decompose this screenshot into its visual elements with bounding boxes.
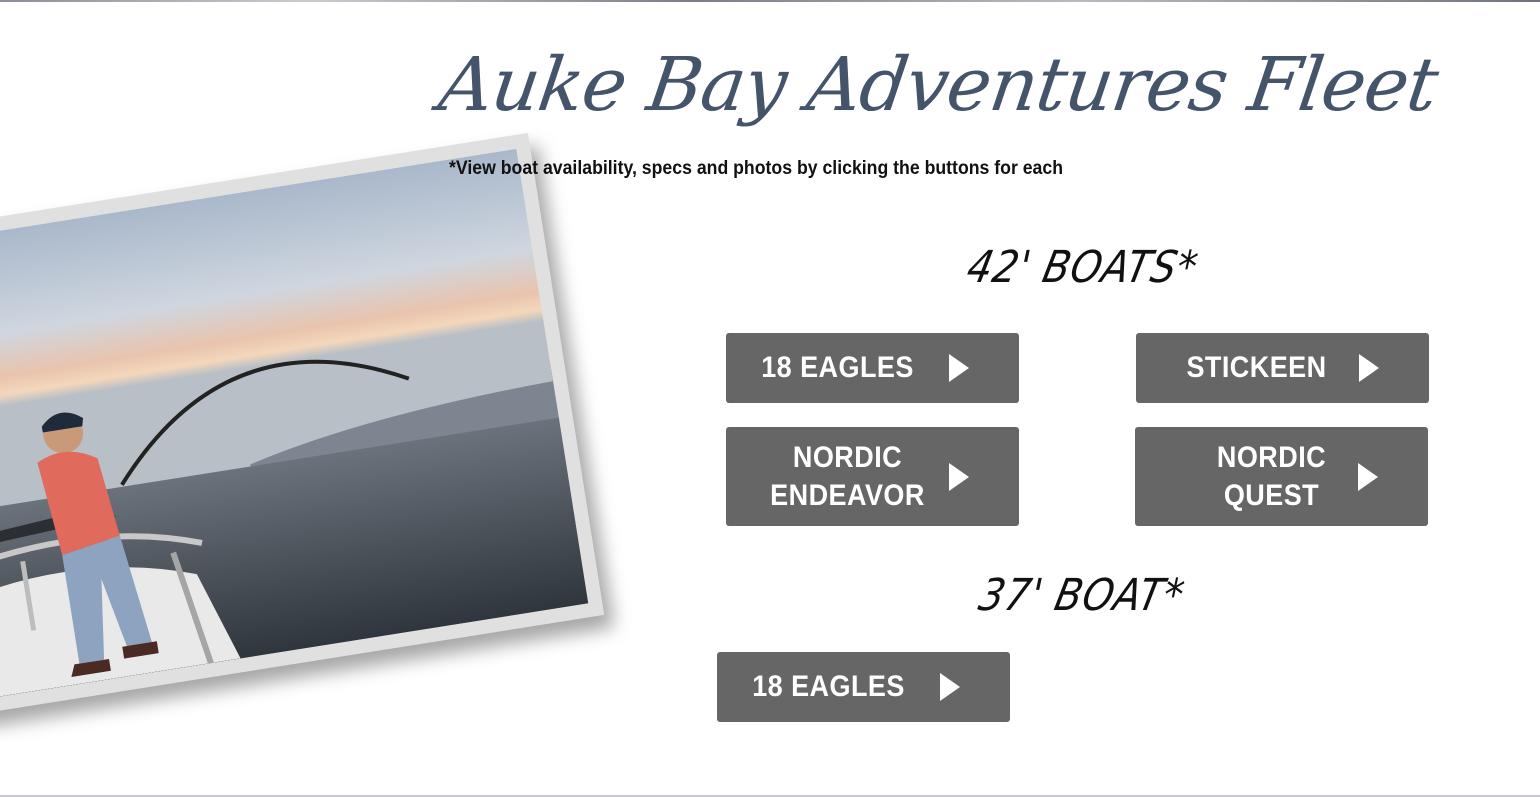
play-arrow-icon bbox=[1358, 462, 1378, 491]
button-18-eagles-42[interactable]: 18 EAGLES bbox=[726, 333, 1019, 403]
button-stickeen[interactable]: STICKEEN bbox=[1136, 333, 1429, 403]
fishing-photo bbox=[0, 132, 605, 716]
heading-42-boats: 42' BOATS* bbox=[962, 242, 1203, 293]
play-arrow-icon bbox=[949, 462, 969, 491]
heading-37-boat: 37' BOAT* bbox=[974, 570, 1190, 621]
button-label: STICKEEN bbox=[1186, 351, 1327, 384]
fleet-page: Auke Bay Adventures Fleet *View boat ava… bbox=[0, 0, 1540, 797]
play-arrow-icon bbox=[1359, 354, 1379, 382]
button-nordic-endeavor[interactable]: NORDIC ENDEAVOR bbox=[726, 427, 1019, 526]
button-label: 18 EAGLES bbox=[752, 670, 905, 703]
play-arrow-icon bbox=[949, 354, 969, 382]
button-18-eagles-37[interactable]: 18 EAGLES bbox=[717, 652, 1010, 722]
button-nordic-quest[interactable]: NORDIC QUEST bbox=[1135, 427, 1428, 526]
top-banner-strip bbox=[0, 0, 1540, 2]
page-title: Auke Bay Adventures Fleet bbox=[433, 42, 1443, 128]
button-label: 18 EAGLES bbox=[761, 351, 914, 384]
play-arrow-icon bbox=[940, 673, 960, 701]
button-label: NORDIC ENDEAVOR bbox=[770, 440, 925, 512]
page-subtitle: *View boat availability, specs and photo… bbox=[449, 158, 1064, 179]
fishing-photo-image bbox=[0, 148, 589, 700]
fisherman-illustration bbox=[0, 148, 589, 700]
